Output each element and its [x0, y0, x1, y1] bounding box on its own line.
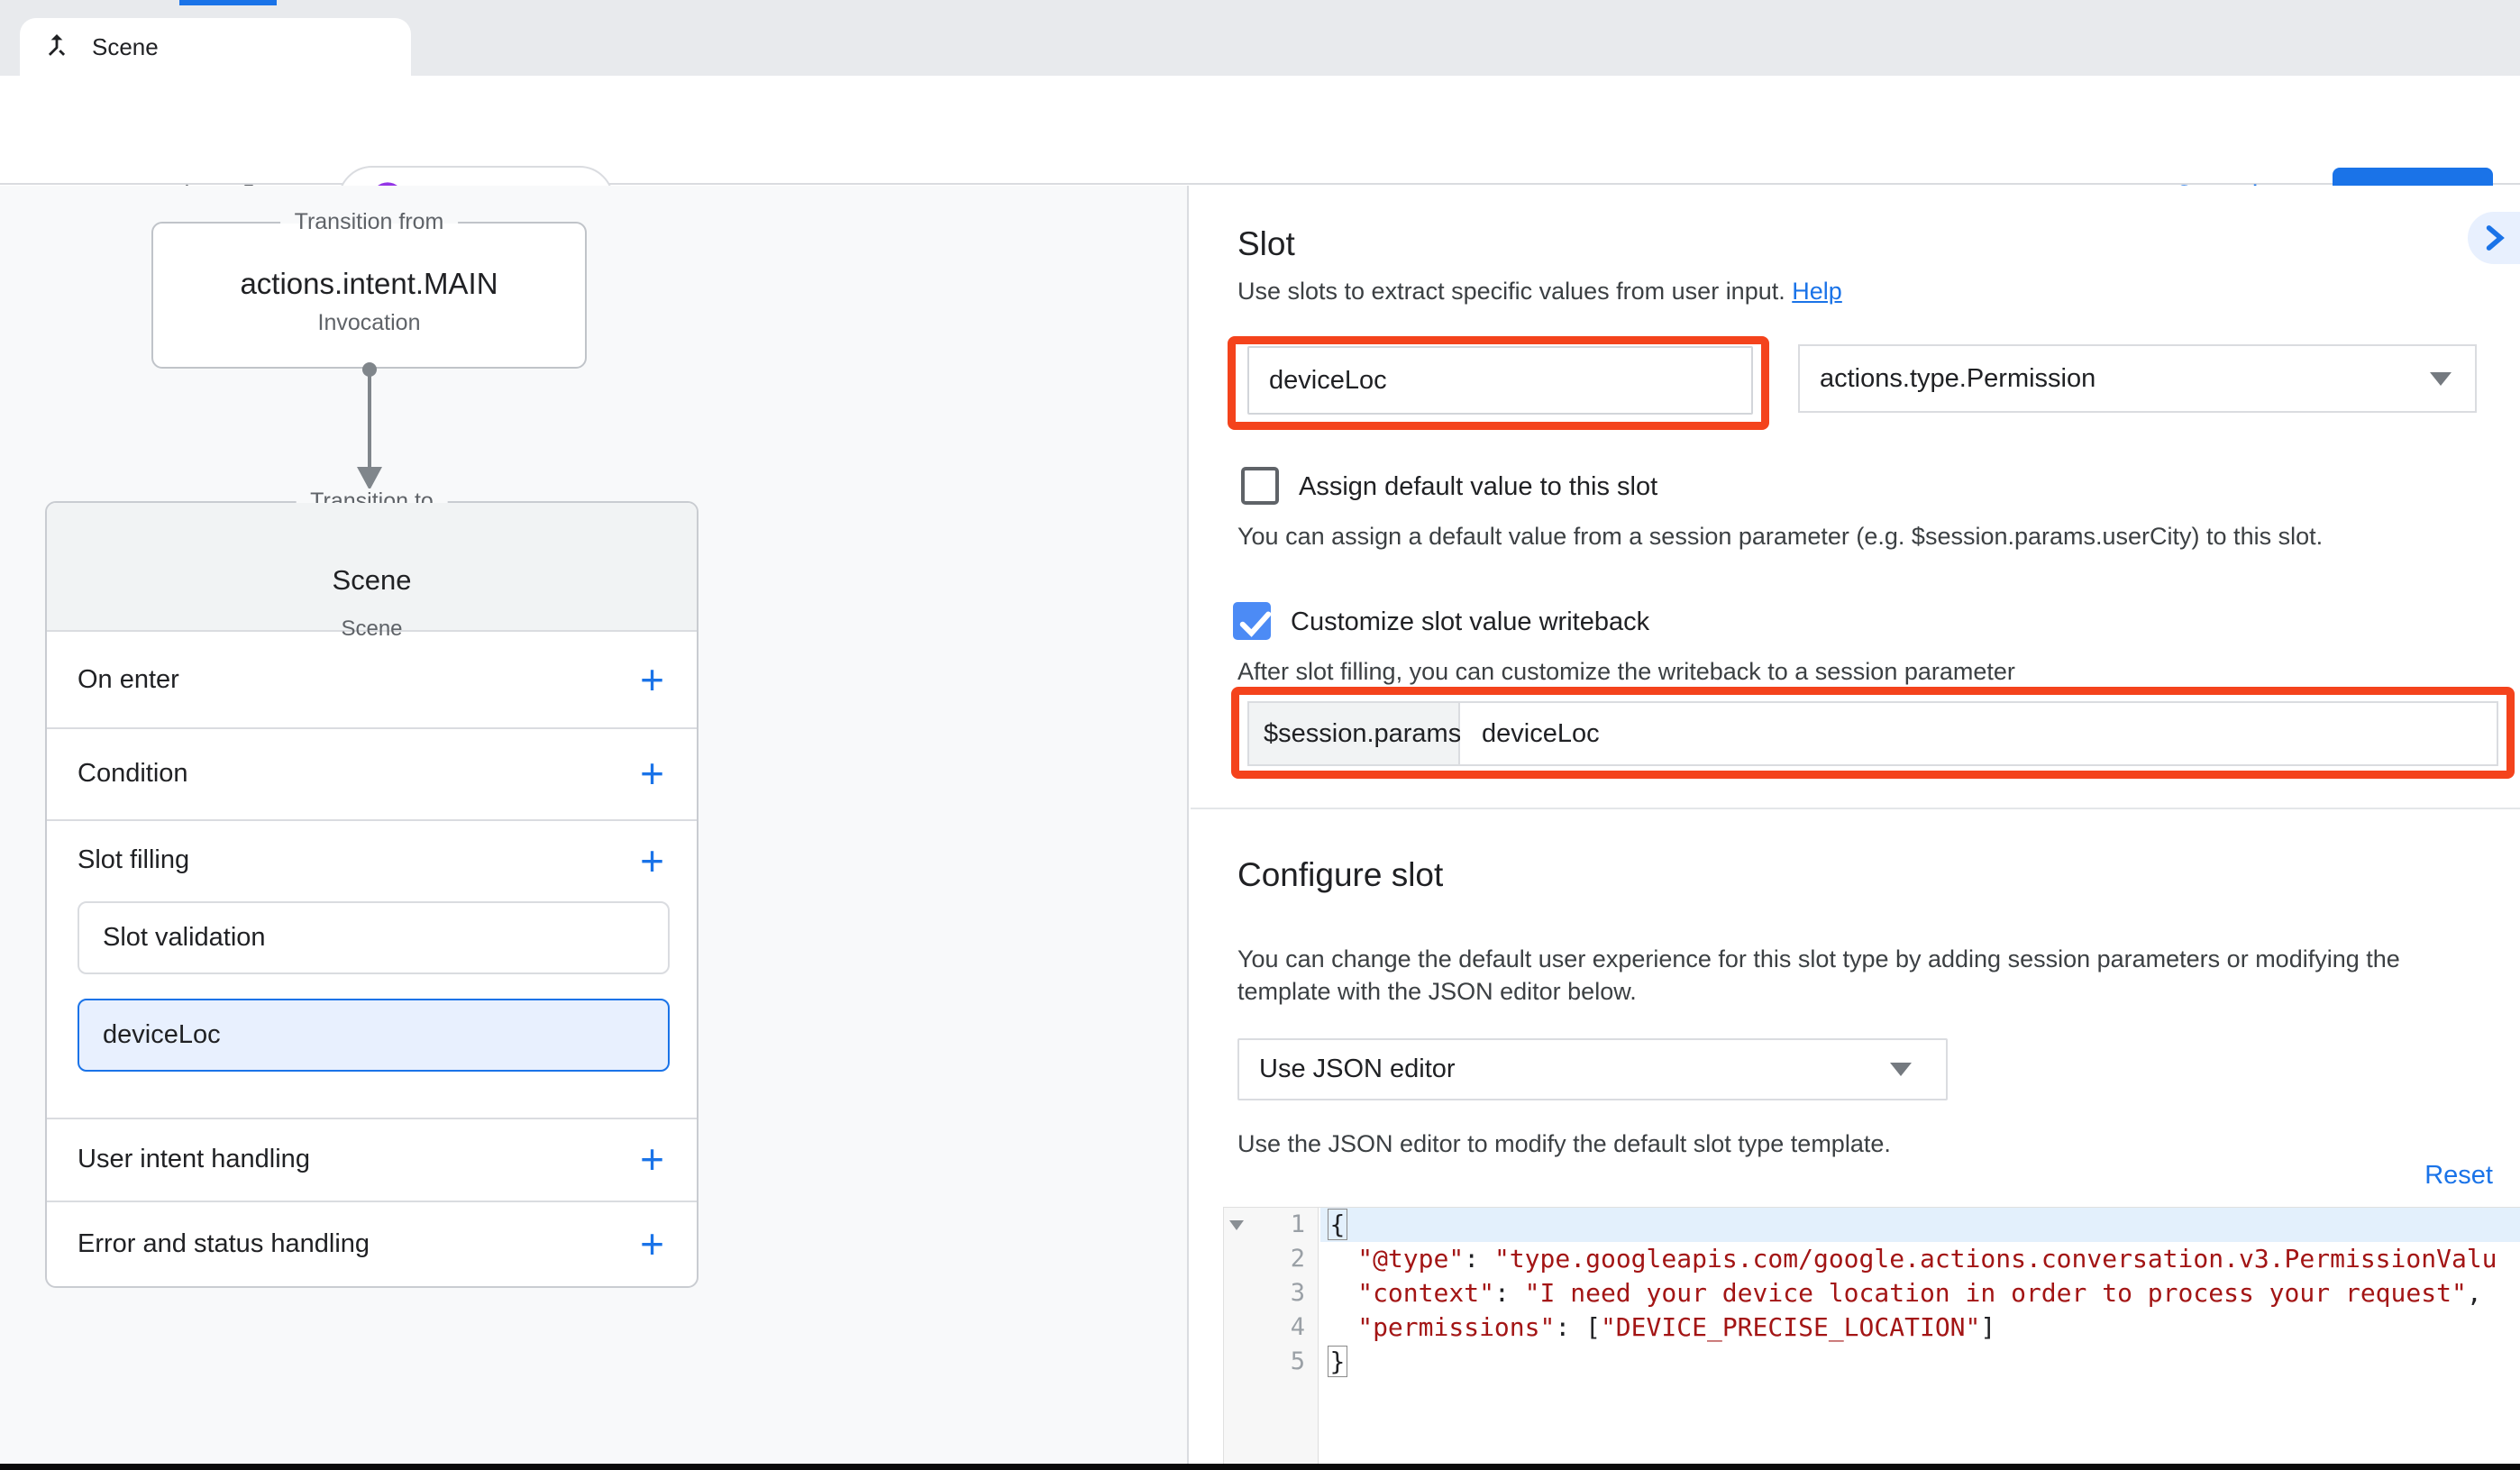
editor-code-line[interactable]: }: [1320, 1345, 2520, 1379]
editor-code-area[interactable]: { "@type": "type.googleapis.com/google.a…: [1320, 1208, 2520, 1464]
editor-line-number: 1: [1224, 1208, 1318, 1242]
assign-default-checkbox[interactable]: [1241, 467, 1279, 505]
editor-code-line[interactable]: "permissions": ["DEVICE_PRECISE_LOCATION…: [1320, 1310, 2520, 1345]
add-condition-button[interactable]: +: [640, 753, 664, 794]
editor-mode-select[interactable]: Use JSON editor: [1237, 1038, 1948, 1100]
assign-default-label: Assign default value to this slot: [1299, 472, 1657, 502]
slot-type-select[interactable]: actions.type.Permission: [1798, 344, 2477, 413]
scene-editor-screen: Scene Scene English Cancel Save Transiti…: [0, 0, 2520, 1470]
add-slot-button[interactable]: +: [640, 840, 664, 881]
row-condition-label: Condition: [78, 759, 188, 789]
editor-gutter: 12345: [1224, 1208, 1319, 1464]
tab-scroll-indicator: [179, 0, 277, 5]
editor-code-line[interactable]: "@type": "type.googleapis.com/google.act…: [1320, 1242, 2520, 1276]
code-token: "permissions": [1357, 1312, 1555, 1342]
code-token: ,: [2467, 1278, 2482, 1308]
slot-detail-pane: Slot Use slots to extract specific value…: [1191, 186, 2520, 1464]
slot-validation-label: Slot validation: [103, 923, 266, 953]
intent-name: actions.intent.MAIN: [153, 267, 585, 301]
code-token: [1328, 1244, 1358, 1274]
row-error-status-handling[interactable]: Error and status handling +: [47, 1201, 697, 1287]
scene-node-header[interactable]: Scene Scene: [47, 503, 697, 632]
slot-heading: Slot: [1237, 225, 1295, 263]
fold-triangle-icon[interactable]: [1229, 1220, 1244, 1230]
editor-line-number: 5: [1224, 1345, 1318, 1379]
customize-writeback-description: After slot filling, you can customize th…: [1237, 658, 2015, 686]
code-token: {: [1328, 1209, 1348, 1240]
intent-kind: Invocation: [153, 310, 585, 336]
header: Scene English Cancel Save: [0, 76, 2520, 185]
scene-merge-icon: [41, 30, 72, 65]
deviceloc-slot-card[interactable]: deviceLoc: [78, 999, 670, 1072]
code-token: }: [1328, 1346, 1348, 1377]
scene-flow-pane: Transition from actions.intent.MAIN Invo…: [0, 186, 1189, 1464]
json-editor[interactable]: 12345 { "@type": "type.googleapis.com/go…: [1223, 1207, 2520, 1464]
row-on-enter-label: On enter: [78, 665, 179, 695]
code-token: :: [1494, 1278, 1525, 1308]
customize-writeback-label: Customize slot value writeback: [1291, 607, 1649, 637]
bottom-window-edge: [0, 1464, 2520, 1470]
tab-bar: Scene: [0, 0, 2520, 76]
code-token: [1328, 1312, 1358, 1342]
tab-scene[interactable]: Scene: [20, 18, 411, 76]
row-error-status-label: Error and status handling: [78, 1229, 370, 1259]
assign-default-description: You can assign a default value from a se…: [1237, 523, 2323, 551]
section-divider: [1191, 808, 2520, 809]
editor-line-number: 2: [1224, 1242, 1318, 1276]
transition-to-card: Transition to Scene Scene On enter + Con…: [45, 501, 698, 1288]
slot-name-annotation: [1228, 336, 1769, 430]
slot-name-input[interactable]: [1247, 346, 1753, 415]
row-user-intent-label: User intent handling: [78, 1145, 310, 1174]
row-slot-filling-label: Slot filling: [78, 845, 189, 875]
slot-validation-card[interactable]: Slot validation: [78, 901, 670, 974]
row-user-intent-handling[interactable]: User intent handling +: [47, 1118, 697, 1201]
writeback-value-input[interactable]: [1460, 703, 2497, 764]
editor-line-number: 3: [1224, 1276, 1318, 1310]
editor-mode-value: Use JSON editor: [1259, 1055, 1456, 1084]
deviceloc-slot-label: deviceLoc: [103, 1020, 221, 1050]
editor-code-line[interactable]: {: [1320, 1208, 2520, 1242]
writeback-prefix: $session.params.: [1249, 703, 1460, 764]
transition-from-node[interactable]: Transition from actions.intent.MAIN Invo…: [151, 222, 587, 369]
scene-node-title: Scene: [47, 564, 697, 597]
caret-down-icon: [2430, 372, 2452, 386]
editor-line-number: 4: [1224, 1310, 1318, 1345]
editor-code-line[interactable]: "context": "I need your device location …: [1320, 1276, 2520, 1310]
code-token: :: [1464, 1244, 1494, 1274]
row-on-enter[interactable]: On enter +: [47, 632, 697, 727]
code-token: "DEVICE_PRECISE_LOCATION": [1601, 1312, 1980, 1342]
reset-link[interactable]: Reset: [2424, 1161, 2493, 1191]
customize-writeback-checkbox[interactable]: [1233, 602, 1271, 640]
help-link[interactable]: Help: [1792, 278, 1842, 305]
configure-slot-heading: Configure slot: [1237, 856, 1443, 894]
code-token: "type.googleapis.com/google.actions.conv…: [1494, 1244, 2497, 1274]
code-token: "@type": [1357, 1244, 1464, 1274]
add-user-intent-button[interactable]: +: [640, 1138, 664, 1180]
transition-from-legend: Transition from: [280, 209, 459, 235]
code-token: [1328, 1278, 1358, 1308]
add-error-status-button[interactable]: +: [640, 1223, 664, 1265]
editor-hint: Use the JSON editor to modify the defaul…: [1237, 1130, 1891, 1158]
flow-connector-line: [368, 371, 371, 467]
code-token: ]: [1980, 1312, 1995, 1342]
code-token: : [: [1555, 1312, 1601, 1342]
row-slot-filling[interactable]: Slot filling +: [47, 819, 697, 901]
flow-arrow-icon: [357, 467, 382, 490]
slot-description: Use slots to extract specific values fro…: [1237, 278, 1842, 306]
row-condition[interactable]: Condition +: [47, 727, 697, 819]
writeback-annotation: $session.params.: [1231, 687, 2515, 779]
code-token: "context": [1357, 1278, 1494, 1308]
tab-scene-label: Scene: [92, 33, 159, 61]
caret-down-icon: [1890, 1063, 1912, 1076]
writeback-field: $session.params.: [1247, 701, 2498, 766]
collapse-panel-button[interactable]: [2468, 212, 2520, 264]
slot-type-value: actions.type.Permission: [1820, 364, 2095, 394]
add-on-enter-button[interactable]: +: [640, 659, 664, 700]
slot-description-text: Use slots to extract specific values fro…: [1237, 278, 1785, 305]
configure-description: You can change the default user experien…: [1237, 943, 2468, 1008]
code-token: "I need your device location in order to…: [1525, 1278, 2467, 1308]
